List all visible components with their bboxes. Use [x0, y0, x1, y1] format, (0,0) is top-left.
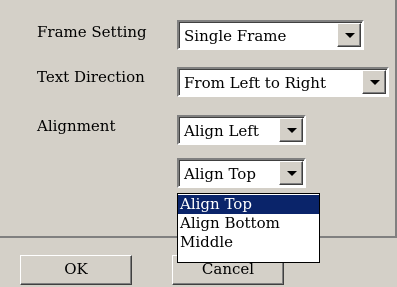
ok-button[interactable]: OK: [20, 255, 132, 285]
horizontal-alignment-select[interactable]: Align Left: [177, 115, 306, 145]
chevron-down-icon[interactable]: [337, 23, 361, 47]
frame-setting-select[interactable]: Single Frame: [177, 20, 364, 50]
alignment-dropdown-list: Align Top Align Bottom Middle: [177, 193, 320, 263]
vertical-alignment-value: Align Top: [184, 165, 256, 183]
dropdown-option-middle[interactable]: Middle: [178, 233, 319, 252]
chevron-down-icon[interactable]: [362, 70, 386, 94]
horizontal-alignment-value: Align Left: [184, 122, 259, 140]
chevron-down-icon[interactable]: [279, 118, 303, 142]
frame-setting-label: Frame Setting: [37, 23, 147, 41]
text-direction-select[interactable]: From Left to Right: [177, 67, 389, 97]
alignment-label: Alignment: [37, 117, 116, 135]
chevron-down-icon[interactable]: [279, 161, 303, 185]
vertical-alignment-select[interactable]: Align Top: [177, 158, 306, 188]
text-direction-label: Text Direction: [37, 68, 145, 86]
dropdown-option-align-top[interactable]: Align Top: [178, 195, 319, 214]
text-direction-value: From Left to Right: [184, 74, 326, 92]
frame-setting-value: Single Frame: [184, 27, 287, 45]
dropdown-option-align-bottom[interactable]: Align Bottom: [178, 214, 319, 233]
